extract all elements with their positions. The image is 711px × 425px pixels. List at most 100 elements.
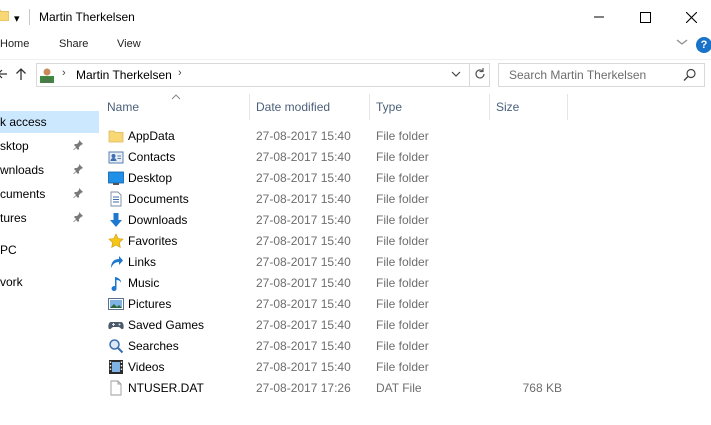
file-type: File folder (376, 276, 429, 290)
search-input[interactable] (499, 64, 689, 86)
expand-ribbon-icon[interactable] (676, 36, 688, 48)
file-date: 27-08-2017 15:40 (256, 213, 351, 227)
tab-share[interactable]: Share (59, 38, 88, 50)
nav-desktop[interactable]: sktop (0, 135, 96, 157)
search-icon[interactable] (683, 68, 697, 82)
file-type: File folder (376, 213, 429, 227)
address-history-dropdown-icon[interactable] (451, 67, 461, 81)
column-divider[interactable] (369, 94, 370, 120)
file-date: 27-08-2017 15:40 (256, 276, 351, 290)
file-name: Contacts (128, 150, 176, 164)
file-name: NTUSER.DAT (128, 381, 204, 395)
file-name: Documents (128, 192, 189, 206)
nav-item-label: vork (0, 275, 23, 289)
close-icon (685, 11, 697, 23)
file-row-desktop[interactable]: Desktop 27-08-2017 15:40 File folder (100, 168, 711, 189)
address-bar[interactable]: › Martin Therkelsen › (36, 63, 490, 87)
file-date: 27-08-2017 15:40 (256, 129, 351, 143)
file-type: File folder (376, 129, 429, 143)
nav-item-label: sktop (0, 139, 29, 153)
documents-icon (110, 191, 122, 207)
breadcrumb-separator-icon[interactable]: › (178, 67, 182, 79)
file-row-favorites[interactable]: Favorites 27-08-2017 15:40 File folder (100, 231, 711, 252)
search-box[interactable] (498, 63, 705, 87)
file-row-ntuser-dat[interactable]: NTUSER.DAT 27-08-2017 17:26 DAT File 768… (100, 378, 711, 399)
file-date: 27-08-2017 15:40 (256, 171, 351, 185)
nav-documents[interactable]: cuments (0, 183, 96, 205)
up-arrow-icon[interactable] (14, 67, 28, 81)
file-row-contacts[interactable]: Contacts 27-08-2017 15:40 File folder (100, 147, 711, 168)
file-row-music[interactable]: Music 27-08-2017 15:40 File folder (100, 273, 711, 294)
minimize-icon (594, 16, 604, 18)
back-arrow-icon[interactable] (0, 67, 9, 81)
file-row-videos[interactable]: Videos 27-08-2017 15:40 File folder (100, 357, 711, 378)
file-type: File folder (376, 360, 429, 374)
file-date: 27-08-2017 15:40 (256, 192, 351, 206)
help-icon[interactable]: ? (696, 37, 711, 53)
ribbon-tabs: Home Share View (0, 34, 711, 58)
column-divider[interactable] (567, 94, 568, 120)
tab-home[interactable]: Home (0, 38, 29, 50)
user-folder-icon (40, 68, 54, 83)
nav-item-label: k access (0, 115, 47, 129)
sort-ascending-icon (171, 94, 181, 100)
pictures-icon (108, 298, 124, 310)
file-row-searches[interactable]: Searches 27-08-2017 15:40 File folder (100, 336, 711, 357)
file-name: Downloads (128, 213, 188, 227)
file-type: File folder (376, 234, 429, 248)
maximize-icon (639, 11, 651, 23)
nav-downloads[interactable]: wnloads (0, 159, 96, 181)
contacts-icon (108, 151, 124, 164)
column-header-type[interactable]: Type (376, 100, 402, 114)
nav-this-pc[interactable]: PC (0, 239, 96, 261)
file-type: DAT File (376, 381, 422, 395)
pin-icon (73, 164, 83, 174)
saved-games-icon (108, 322, 124, 330)
downloads-icon (110, 213, 122, 227)
file-type: File folder (376, 150, 429, 164)
nav-quick-access[interactable]: k access (0, 111, 99, 133)
folder-icon (108, 130, 124, 143)
folder-icon (0, 9, 9, 21)
nav-network[interactable]: vork (0, 271, 96, 293)
title-separator (29, 9, 30, 25)
column-header-name[interactable]: Name (107, 100, 139, 114)
column-divider[interactable] (249, 94, 250, 120)
minimize-button[interactable] (576, 0, 622, 34)
quick-access-dropdown-icon[interactable]: ▾ (14, 12, 20, 25)
tab-view[interactable]: View (117, 38, 141, 50)
navigation-pane: k access sktop wnloads cuments tures PC … (0, 94, 99, 425)
file-name: Saved Games (128, 318, 205, 332)
nav-pictures[interactable]: tures (0, 207, 96, 229)
file-type: File folder (376, 255, 429, 269)
column-header-size[interactable]: Size (496, 100, 519, 114)
file-date: 27-08-2017 15:40 (256, 255, 351, 269)
file-row-documents[interactable]: Documents 27-08-2017 15:40 File folder (100, 189, 711, 210)
refresh-icon[interactable] (473, 65, 487, 83)
window-title: Martin Therkelsen (39, 10, 135, 24)
maximize-button[interactable] (622, 0, 668, 34)
file-row-pictures[interactable]: Pictures 27-08-2017 15:40 File folder (100, 294, 711, 315)
file-type: File folder (376, 171, 429, 185)
favorites-icon (108, 233, 124, 248)
file-row-appdata[interactable]: AppData 27-08-2017 15:40 File folder (100, 126, 711, 147)
file-row-downloads[interactable]: Downloads 27-08-2017 15:40 File folder (100, 210, 711, 231)
nav-item-label: wnloads (0, 163, 45, 177)
file-row-links[interactable]: Links 27-08-2017 15:40 File folder (100, 252, 711, 273)
file-date: 27-08-2017 15:40 (256, 234, 351, 248)
column-divider[interactable] (489, 94, 490, 120)
close-button[interactable] (668, 0, 711, 34)
file-name: Desktop (128, 171, 173, 185)
file-name: Favorites (128, 234, 178, 248)
searches-icon (109, 339, 124, 354)
file-name: Videos (128, 360, 165, 374)
column-header-date[interactable]: Date modified (256, 100, 330, 114)
breadcrumb-user[interactable]: Martin Therkelsen (76, 68, 172, 82)
file-name: Searches (128, 339, 179, 353)
file-row-saved-games[interactable]: Saved Games 27-08-2017 15:40 File folder (100, 315, 711, 336)
desktop-icon (108, 171, 124, 185)
music-icon (111, 277, 122, 291)
file-name: Links (128, 255, 157, 269)
breadcrumb-separator-icon[interactable]: › (62, 67, 66, 79)
file-date: 27-08-2017 15:40 (256, 318, 351, 332)
